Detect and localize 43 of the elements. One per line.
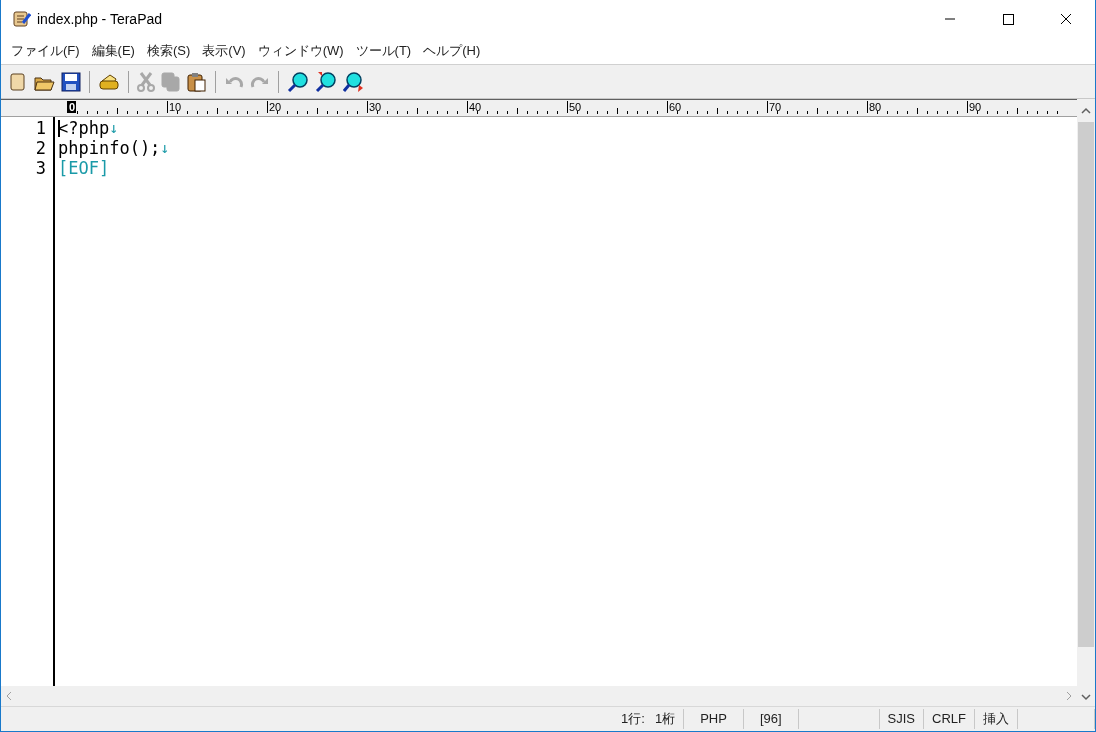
line-number: 3 [35, 158, 46, 178]
window-title: index.php - TeraPad [37, 11, 164, 27]
ruler-number: 70 [767, 101, 783, 113]
blank-page-icon[interactable] [9, 71, 27, 92]
search-icon[interactable] [287, 70, 309, 93]
code-line: <?php [58, 118, 110, 138]
menu-item[interactable]: ヘルプ(H) [417, 42, 487, 60]
scroll-left-icon[interactable] [5, 691, 13, 701]
ruler-number: 90 [967, 101, 983, 113]
line-number: 2 [35, 138, 46, 158]
menu-item[interactable]: ファイル(F) [5, 42, 86, 60]
file-size-status: [96] [759, 711, 782, 726]
scroll-right-icon[interactable] [1065, 691, 1073, 701]
menu-item[interactable]: 検索(S) [140, 42, 197, 60]
ruler-number: 10 [167, 101, 183, 113]
ruler-number: 80 [867, 101, 883, 113]
line-ending-status: CRLF [932, 711, 966, 726]
insert-mode-status: 挿入 [983, 711, 1009, 726]
scrollbar-thumb[interactable] [1078, 122, 1094, 647]
ruler-number: 40 [467, 101, 483, 113]
search-up-icon[interactable] [315, 70, 337, 93]
column-number-status: 1桁 [654, 711, 676, 726]
search-down-icon[interactable] [343, 70, 365, 93]
encoding-status: SJIS [887, 711, 916, 726]
line-number: 1 [35, 118, 46, 138]
syntax-mode-status: PHP [700, 711, 727, 726]
line-number-status: 1行: [621, 711, 645, 726]
menu-item[interactable]: ウィンドウ(W) [251, 42, 350, 60]
ruler-number: 60 [667, 101, 683, 113]
clipboard-icon[interactable] [187, 71, 207, 92]
code-line: phpinfo(); [58, 138, 161, 158]
printer-icon[interactable] [98, 72, 120, 91]
ruler-number: 0 [67, 101, 77, 113]
menu-item[interactable]: ツール(T) [349, 42, 418, 60]
line-end-mark: ↓ [160, 138, 170, 158]
ruler-number: 20 [267, 101, 283, 113]
ruler-number: 30 [367, 101, 383, 113]
menu-item[interactable]: 編集(E) [85, 42, 141, 60]
notepad-app-icon [13, 10, 31, 28]
ruler-number: 50 [567, 101, 583, 113]
menu-item[interactable]: 表示(V) [196, 42, 252, 60]
line-end-mark: ↓ [109, 118, 119, 138]
eof-marker: [EOF] [58, 158, 110, 178]
